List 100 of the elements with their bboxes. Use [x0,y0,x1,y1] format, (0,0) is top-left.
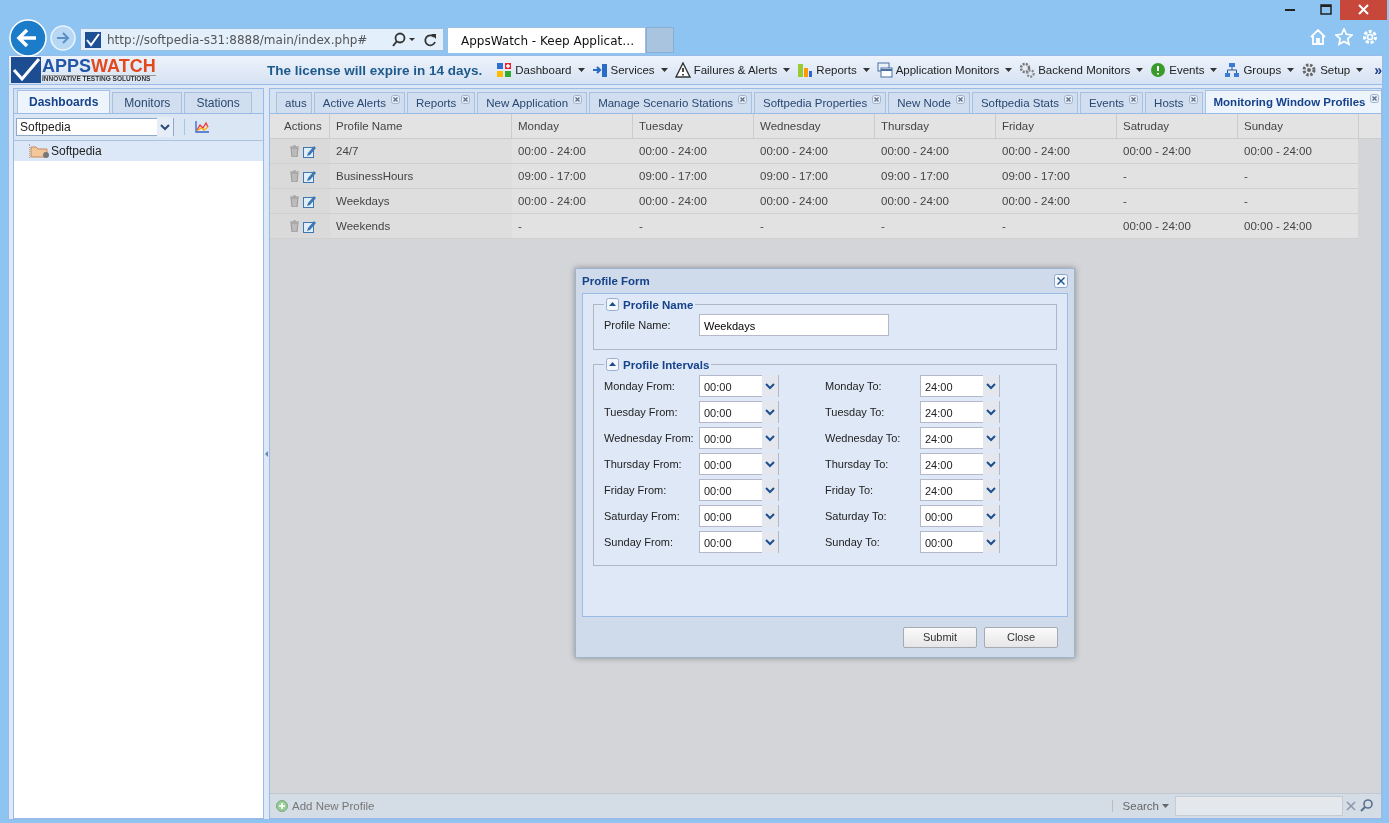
close-icon[interactable] [1340,0,1387,20]
collapse-icon[interactable] [606,358,619,371]
time-dropdown[interactable]: 00:00 [699,531,779,553]
close-icon[interactable] [738,94,748,104]
tab[interactable]: New Application [477,92,588,113]
close-icon[interactable] [1370,93,1380,103]
close-icon[interactable] [1129,94,1139,104]
close-icon[interactable] [955,94,965,104]
tab[interactable]: Stations [184,92,252,113]
chart-icon[interactable] [195,121,209,133]
bar-chart-icon [797,62,814,78]
chevron-down-icon [983,375,999,397]
field-label: Monday From: [604,380,676,392]
tab[interactable]: New Node [888,92,970,113]
back-icon[interactable] [9,19,47,57]
column-header[interactable]: Profile Name [330,114,512,138]
search-field[interactable] [1175,796,1343,816]
close-icon[interactable] [1063,94,1073,104]
time-dropdown[interactable]: 00:00 [920,505,1000,527]
address-bar[interactable]: http://softpedia-s31:8888/main/index.php# [80,28,444,51]
menu-item[interactable]: Setup [1301,62,1364,78]
table-cell-text: 09:00 - 17:00 [638,169,708,184]
tab[interactable]: atus [276,92,312,113]
table-cell-text: - [880,219,886,234]
column-header[interactable]: Friday [996,114,1117,138]
close-icon[interactable] [872,94,882,104]
close-icon[interactable] [1188,94,1198,104]
dashboard-dropdown[interactable]: Softpedia [16,118,174,136]
table-cell: BusinessHours [330,164,512,188]
time-dropdown[interactable]: 24:00 [920,401,1000,423]
tab[interactable]: Active Alerts [313,92,406,113]
time-dropdown[interactable]: 00:00 [699,427,779,449]
caret-icon [1210,68,1218,72]
column-header[interactable]: Thursday [875,114,996,138]
close-icon[interactable] [1054,274,1068,288]
menu-item[interactable]: Services [591,62,668,78]
field-label: Thursday To: [825,458,890,470]
collapse-arrow-icon[interactable] [265,450,268,457]
close-icon[interactable] [573,94,583,104]
time-dropdown[interactable]: 00:00 [699,453,779,475]
logo-text: WATCH [91,56,156,77]
overflow-menu-button[interactable]: » [1374,62,1382,78]
time-dropdown[interactable]: 24:00 [920,453,1000,475]
alert-icon [1150,62,1167,78]
menu-item[interactable]: Application Monitors [876,62,1013,78]
tab[interactable]: Monitors [112,92,183,113]
windows-icon [876,62,893,78]
dialog-button[interactable]: Submit [903,626,977,648]
tab[interactable]: Softpedia Properties [754,92,887,113]
star-icon[interactable] [1335,28,1353,46]
menu-item[interactable]: Dashboard [496,62,585,78]
tab[interactable]: Events [1079,92,1144,113]
tab[interactable]: Monitoring Window Profiles [1204,90,1381,113]
edit-icon[interactable] [303,144,316,158]
edit-icon[interactable] [303,219,316,233]
tab[interactable]: Dashboards [17,90,111,113]
forward-icon[interactable] [50,25,76,51]
time-dropdown[interactable]: 00:00 [699,401,779,423]
time-dropdown[interactable]: 00:00 [699,375,779,397]
time-dropdown[interactable]: 24:00 [920,375,1000,397]
dialog-button[interactable]: Close [984,626,1058,648]
refresh-icon[interactable] [423,31,437,48]
tab[interactable]: Manage Scenario Stations [589,92,753,113]
menu-item[interactable]: Failures & Alerts [674,62,791,78]
collapse-icon[interactable] [606,298,619,311]
tree-node[interactable]: Softpedia [14,141,263,161]
column-header[interactable]: Satruday [1117,114,1238,138]
search-icon[interactable] [391,31,417,48]
tab[interactable]: Softpedia Stats [971,92,1078,113]
menu-item[interactable]: Events [1150,62,1218,78]
edit-icon[interactable] [303,169,316,183]
field-label: Tuesday To: [825,406,886,418]
table-cell-text: 00:00 - 24:00 [1122,144,1192,159]
field-label: Sunday To: [825,536,881,548]
time-dropdown[interactable]: 00:00 [699,479,779,501]
close-icon[interactable] [391,94,401,104]
menu-item[interactable]: Backend Monitors [1019,62,1144,78]
time-dropdown[interactable]: 24:00 [920,479,1000,501]
column-header[interactable]: Sunday [1238,114,1359,138]
caret-icon [660,68,668,72]
text-field[interactable]: Weekdays [699,314,889,336]
gears-icon [1019,62,1036,78]
tab[interactable]: Hosts [1145,92,1203,113]
menu-item[interactable]: Groups [1224,62,1295,78]
edit-icon[interactable] [303,194,316,208]
tab[interactable]: Reports [407,92,476,113]
time-dropdown[interactable]: 00:00 [699,505,779,527]
table-cell-text: - [638,219,644,234]
browser-tab[interactable]: AppsWatch - Keep Applicat… [447,27,646,53]
menu-item[interactable]: Reports [797,62,870,78]
close-icon[interactable] [461,94,471,104]
url-text: http://softpedia-s31:8888/main/index.php# [107,32,369,47]
column-header[interactable]: Monday [512,114,633,138]
time-dropdown[interactable]: 24:00 [920,427,1000,449]
field-label: Sunday From: [604,536,675,548]
column-header[interactable]: Actions [270,114,330,138]
column-header[interactable]: Wednesday [754,114,875,138]
table-cell-text: - [1243,194,1249,209]
column-header[interactable]: Tuesday [633,114,754,138]
time-dropdown[interactable]: 00:00 [920,531,1000,553]
